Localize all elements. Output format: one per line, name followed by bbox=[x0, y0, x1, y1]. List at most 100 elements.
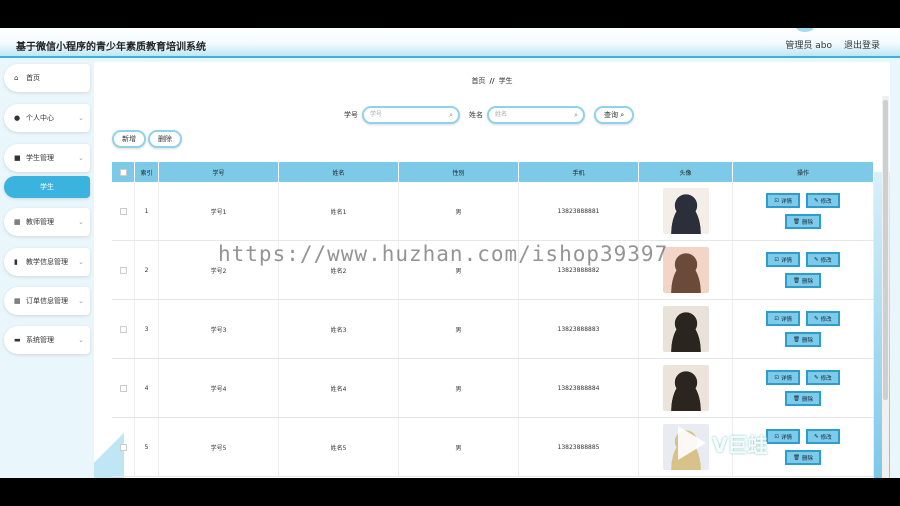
scrollbar[interactable] bbox=[882, 96, 889, 478]
avatar bbox=[662, 306, 709, 352]
grid-icon: ▦ bbox=[14, 218, 21, 226]
name-input[interactable]: 姓名 ⌕ bbox=[487, 106, 585, 124]
student-icon: ■ bbox=[14, 154, 21, 162]
logout-link[interactable]: 退出登录 bbox=[844, 38, 880, 51]
chevron-down-icon: ⌄ bbox=[78, 258, 84, 266]
edit-button[interactable]: ✎ 修改 bbox=[806, 193, 840, 208]
search-name: 姓名 姓名 ⌕ bbox=[469, 106, 585, 124]
row-checkbox[interactable] bbox=[119, 207, 127, 215]
edit-button[interactable]: ✎ 修改 bbox=[806, 429, 840, 444]
sidebar-item-order-info[interactable]: ▦ 订单信息管理 ⌄ bbox=[4, 287, 90, 315]
query-button[interactable]: 查询 ⌕ bbox=[594, 106, 635, 124]
breadcrumb: 首页//学生 bbox=[471, 77, 513, 85]
delete-button[interactable]: 删除 bbox=[148, 130, 182, 148]
decor-bubble bbox=[796, 28, 814, 32]
watermark-text: https://www.huzhan.com/ishop39397 bbox=[218, 242, 669, 266]
breadcrumb-current: 学生 bbox=[498, 77, 513, 85]
xuehao-input[interactable]: 学号 ⌕ bbox=[362, 106, 460, 124]
cell-phone: 13823888883 bbox=[519, 300, 639, 358]
admin-user[interactable]: 管理员 abo bbox=[785, 38, 832, 51]
sidebar-item-student-mgmt[interactable]: ■ 学生管理 ⌄ bbox=[4, 144, 90, 172]
cell-index: 5 bbox=[135, 418, 159, 476]
sidebar: ⌂ 首页 ● 个人中心 ⌄ ■ 学生管理 ⌄ 学生 ▦ 教师管理 ⌄ ▮ 教学信息管理 ⌄… bbox=[0, 60, 94, 478]
detail-button[interactable]: ⊡ 详情 bbox=[766, 429, 800, 444]
cell-phone: 13823888884 bbox=[519, 359, 639, 417]
remove-button[interactable]: 🗑 删除 bbox=[785, 332, 821, 347]
table-header: 索引 学号 姓名 性别 手机 头像 操作 bbox=[112, 162, 874, 182]
sidebar-item-student[interactable]: 学生 bbox=[4, 176, 90, 198]
cell-index: 1 bbox=[135, 182, 159, 240]
trash-icon: 🗑 bbox=[793, 336, 800, 343]
home-icon: ⌂ bbox=[14, 74, 19, 82]
row-checkbox[interactable] bbox=[119, 266, 127, 274]
table-row: 4 学号4 姓名4 男 13823888884 ⊡ 详情 ✎ 修改 🗑 删除 bbox=[112, 359, 874, 418]
scrollbar-thumb[interactable] bbox=[883, 100, 888, 400]
breadcrumb-home[interactable]: 首页 bbox=[471, 77, 485, 85]
cell-name: 姓名5 bbox=[279, 418, 399, 476]
edit-button[interactable]: ✎ 修改 bbox=[806, 370, 840, 385]
cell-name: 姓名4 bbox=[279, 359, 399, 417]
cell-xuehao: 学号1 bbox=[159, 182, 279, 240]
cell-xuehao: 学号5 bbox=[159, 418, 279, 476]
row-checkbox[interactable] bbox=[119, 443, 127, 451]
detail-button[interactable]: ⊡ 详情 bbox=[766, 311, 800, 326]
chevron-down-icon: ⌄ bbox=[78, 154, 84, 162]
sidebar-item-teacher-mgmt[interactable]: ▦ 教师管理 ⌄ bbox=[4, 208, 90, 236]
detail-icon: ⊡ bbox=[774, 256, 779, 263]
edit-icon: ✎ bbox=[814, 197, 819, 204]
avatar bbox=[662, 188, 709, 234]
trash-icon: 🗑 bbox=[793, 218, 800, 225]
cell-index: 4 bbox=[135, 359, 159, 417]
detail-icon: ⊡ bbox=[774, 197, 779, 204]
trash-icon: 🗑 bbox=[793, 454, 800, 461]
trash-icon: 🗑 bbox=[793, 395, 800, 402]
cell-phone: 13823888881 bbox=[519, 182, 639, 240]
remove-button[interactable]: 🗑 删除 bbox=[785, 391, 821, 406]
edit-icon: ✎ bbox=[814, 374, 819, 381]
system-title: 基于微信小程序的青少年素质教育培训系统 bbox=[16, 42, 206, 53]
edit-button[interactable]: ✎ 修改 bbox=[806, 252, 840, 267]
cell-xuehao: 学号4 bbox=[159, 359, 279, 417]
sidebar-item-system[interactable]: ▬ 系统管理 ⌄ bbox=[4, 326, 90, 354]
edit-icon: ✎ bbox=[814, 315, 819, 322]
chevron-down-icon: ⌄ bbox=[78, 218, 84, 226]
remove-button[interactable]: 🗑 删除 bbox=[785, 214, 821, 229]
cell-phone: 13823888885 bbox=[519, 418, 639, 476]
avatar bbox=[662, 365, 709, 411]
remove-button[interactable]: 🗑 删除 bbox=[785, 450, 821, 465]
sidebar-item-teaching-info[interactable]: ▮ 教学信息管理 ⌄ bbox=[4, 248, 90, 276]
detail-button[interactable]: ⊡ 详情 bbox=[766, 193, 800, 208]
cell-xuehao: 学号3 bbox=[159, 300, 279, 358]
detail-button[interactable]: ⊡ 详情 bbox=[766, 252, 800, 267]
cell-gender: 男 bbox=[399, 359, 519, 417]
table-row: 3 学号3 姓名3 男 13823888883 ⊡ 详情 ✎ 修改 🗑 删除 bbox=[112, 300, 874, 359]
table-row: 1 学号1 姓名1 男 13823888881 ⊡ 详情 ✎ 修改 🗑 删除 bbox=[112, 182, 874, 241]
chevron-down-icon: ⌄ bbox=[78, 114, 84, 122]
avatar bbox=[662, 247, 709, 293]
remove-button[interactable]: 🗑 删除 bbox=[785, 273, 821, 288]
edit-button[interactable]: ✎ 修改 bbox=[806, 311, 840, 326]
chevron-down-icon: ⌄ bbox=[78, 297, 84, 305]
chart-icon: ▮ bbox=[14, 258, 18, 266]
search-icon: ⌕ bbox=[620, 110, 625, 119]
top-header: 基于微信小程序的青少年素质教育培训系统 管理员 abo 退出登录 bbox=[0, 28, 900, 58]
cell-gender: 男 bbox=[399, 418, 519, 476]
sidebar-item-profile[interactable]: ● 个人中心 ⌄ bbox=[4, 104, 90, 132]
row-checkbox[interactable] bbox=[119, 384, 127, 392]
system-icon: ▬ bbox=[14, 336, 21, 344]
sidebar-item-home[interactable]: ⌂ 首页 bbox=[4, 64, 90, 92]
add-button[interactable]: 新增 bbox=[112, 130, 146, 148]
select-all-checkbox[interactable] bbox=[119, 168, 127, 176]
search-xuehao: 学号 学号 ⌕ bbox=[344, 106, 460, 124]
detail-icon: ⊡ bbox=[774, 374, 779, 381]
cell-gender: 男 bbox=[399, 300, 519, 358]
cell-index: 3 bbox=[135, 300, 159, 358]
detail-icon: ⊡ bbox=[774, 433, 779, 440]
detail-button[interactable]: ⊡ 详情 bbox=[766, 370, 800, 385]
search-icon: ⌕ bbox=[449, 111, 453, 119]
row-checkbox[interactable] bbox=[119, 325, 127, 333]
user-icon: ● bbox=[14, 114, 21, 122]
cell-index: 2 bbox=[135, 241, 159, 299]
play-icon bbox=[678, 426, 706, 460]
main-content: 首页//学生 学号 学号 ⌕ 姓名 姓名 ⌕ 查询 ⌕ 新增 删除 索引 学号 … bbox=[94, 62, 890, 478]
